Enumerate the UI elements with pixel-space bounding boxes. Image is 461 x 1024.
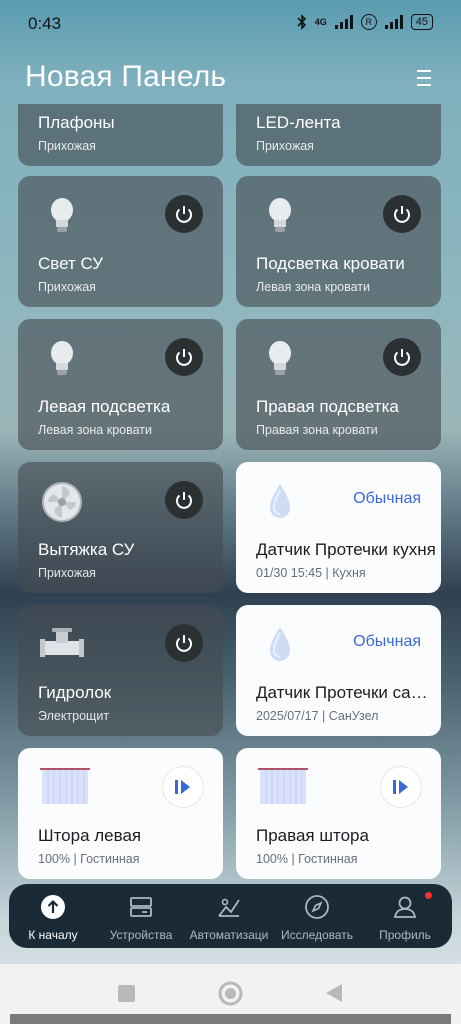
card-room: Левая зона кровати (256, 280, 370, 294)
power-icon (176, 349, 192, 366)
curtain-icon (258, 768, 308, 804)
card-room: Левая зона кровати (38, 423, 152, 437)
tab-label: Профиль (379, 928, 431, 942)
recents-button-icon[interactable] (117, 984, 136, 1003)
page-title: Новая Панель (25, 60, 227, 93)
device-card-hydrolock[interactable]: Гидролок Электрощит (18, 605, 223, 736)
sensor-status: Обычная (353, 633, 421, 650)
curtain-play-button[interactable] (163, 767, 203, 807)
power-button[interactable] (383, 195, 421, 233)
card-room: Прихожая (38, 566, 96, 580)
curtain-card-left[interactable]: Штора левая 100% | Гостинная (18, 748, 223, 879)
curtain-play-button[interactable] (381, 767, 421, 807)
card-name: Датчик Протечки санузел (256, 683, 436, 702)
card-room: Прихожая (256, 139, 314, 153)
tab-home[interactable]: К началу (9, 884, 97, 948)
card-name: Плафоны (38, 113, 115, 132)
system-nav-bar (0, 964, 461, 1024)
tab-profile[interactable]: Профиль (361, 884, 449, 948)
home-button-icon[interactable] (218, 981, 243, 1006)
card-room: Прихожая (38, 280, 96, 294)
power-button[interactable] (383, 338, 421, 376)
power-icon (176, 492, 192, 509)
profile-icon (393, 896, 417, 918)
sensor-card-leak-kitchen[interactable]: Обычная Датчик Протечки кухня 01/30 15:4… (236, 462, 441, 593)
bulb-icon (269, 198, 291, 232)
card-room: 2025/07/17 | СанУзел (256, 709, 379, 723)
back-button-icon[interactable] (324, 982, 344, 1004)
card-room: 01/30 15:45 | Кухня (256, 566, 366, 580)
card-room: Прихожая (38, 139, 96, 153)
device-card-fan[interactable]: Вытяжка СУ Прихожая (18, 462, 223, 593)
device-card-bed-light[interactable]: Подсветка кровати Левая зона кровати (236, 176, 441, 307)
tab-explore[interactable]: Исследовать (273, 884, 361, 948)
card-name: Подсветка кровати (256, 254, 405, 273)
device-card-plafony[interactable]: Плафоны Прихожая (18, 104, 223, 166)
device-card-led-strip[interactable]: LED-лента Прихожая (236, 104, 441, 166)
home-arrow-icon (41, 895, 65, 919)
water-drop-icon (270, 627, 290, 661)
menu-icon[interactable] (417, 70, 431, 88)
device-grid[interactable]: Плафоны Прихожая LED-лента Прихожая Свет… (0, 104, 461, 884)
power-icon (394, 206, 410, 223)
power-button[interactable] (165, 338, 203, 376)
tab-label: Исследовать (280, 928, 354, 942)
card-name: Вытяжка СУ (38, 540, 135, 559)
tab-label: К началу (28, 928, 78, 942)
power-button[interactable] (165, 624, 203, 662)
status-bar: 0:43 4G R 45 (0, 0, 461, 48)
bluetooth-icon (297, 14, 306, 30)
card-name: Правая подсветка (256, 397, 399, 416)
notification-dot (425, 892, 432, 899)
fan-icon (42, 482, 82, 522)
nav-bar-bottom-strip (10, 1014, 451, 1024)
tab-devices[interactable]: Устройства (97, 884, 185, 948)
card-name: Левая подсветка (38, 397, 171, 416)
bulb-icon (269, 341, 291, 375)
sensor-card-leak-bathroom[interactable]: Обычная Датчик Протечки санузел 2025/07/… (236, 605, 441, 736)
automation-icon (218, 898, 240, 917)
tab-automation[interactable]: Автоматизаци (185, 884, 273, 948)
card-name: Датчик Протечки кухня (256, 540, 436, 559)
sensor-status: Обычная (353, 490, 421, 507)
card-name: Гидролок (38, 683, 112, 702)
roaming-icon: R (360, 14, 377, 30)
card-name: LED-лента (256, 113, 341, 132)
card-room: Электрощит (38, 709, 110, 723)
play-pause-icon (175, 780, 190, 794)
power-icon (176, 206, 192, 223)
status-time: 0:43 (28, 14, 62, 33)
bulb-icon (51, 341, 73, 375)
card-name: Правая штора (256, 826, 369, 845)
device-card-svet-su[interactable]: Свет СУ Прихожая (18, 176, 223, 307)
battery-icon: 45 (410, 14, 433, 30)
valve-icon (40, 628, 84, 657)
tab-label: Устройства (109, 928, 173, 942)
status-icons: 4G R 45 (297, 14, 433, 30)
compass-icon (305, 895, 329, 919)
device-card-left-light[interactable]: Левая подсветка Левая зона кровати (18, 319, 223, 450)
app-header: Новая Панель (0, 52, 461, 104)
power-button[interactable] (165, 195, 203, 233)
card-name: Штора левая (38, 826, 142, 845)
water-drop-icon (270, 484, 290, 518)
power-icon (176, 635, 192, 652)
tab-label: Автоматизаци (189, 928, 269, 942)
card-room: 100% | Гостинная (38, 852, 140, 866)
curtain-card-right[interactable]: Правая штора 100% | Гостинная (236, 748, 441, 879)
devices-icon (130, 897, 152, 917)
device-card-right-light[interactable]: Правая подсветка Правая зона кровати (236, 319, 441, 450)
network-type-label: 4G (314, 17, 327, 27)
card-room: 100% | Гостинная (256, 852, 358, 866)
power-icon (394, 349, 410, 366)
bottom-tab-bar: К началу Устройства Автоматизаци Исследо… (9, 884, 452, 948)
signal-icon (334, 15, 353, 29)
bulb-icon (51, 198, 73, 232)
play-pause-icon (393, 780, 408, 794)
card-name: Свет СУ (38, 254, 104, 273)
card-room: Правая зона кровати (256, 423, 378, 437)
curtain-icon (40, 768, 90, 804)
signal-icon-2 (384, 15, 403, 29)
power-button[interactable] (165, 481, 203, 519)
